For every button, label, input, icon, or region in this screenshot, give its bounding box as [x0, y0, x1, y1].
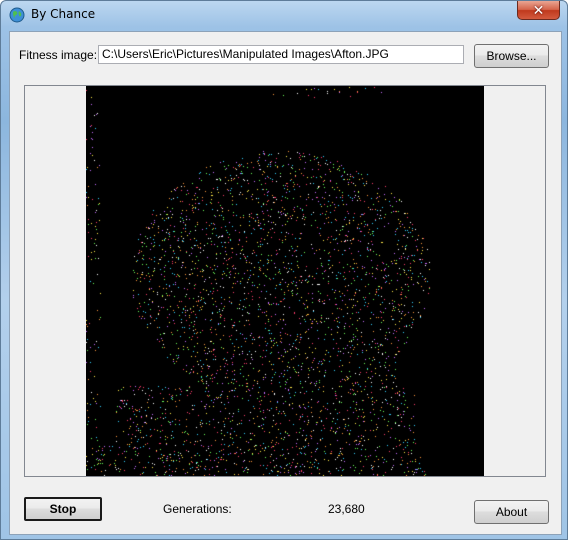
close-button[interactable]: ✕ [517, 1, 560, 20]
stop-button[interactable]: Stop [24, 497, 102, 521]
fitness-image-label: Fitness image: [19, 48, 98, 62]
client-area: Fitness image: C:\Users\Eric\Pictures\Ma… [9, 31, 562, 535]
about-button[interactable]: About [474, 500, 549, 524]
window-title: By Chance [31, 7, 96, 21]
fitness-image-path-field[interactable]: C:\Users\Eric\Pictures\Manipulated Image… [98, 45, 464, 64]
browse-button[interactable]: Browse... [474, 44, 549, 68]
evolving-image-canvas [86, 86, 484, 476]
close-icon: ✕ [532, 2, 545, 18]
generations-value: 23,680 [328, 502, 365, 516]
noise-image [86, 86, 484, 476]
title-bar[interactable]: By Chance ✕ [1, 1, 567, 29]
generations-label: Generations: [163, 502, 232, 516]
image-panel [24, 85, 546, 477]
globe-icon [9, 7, 25, 23]
app-window: By Chance ✕ Fitness image: C:\Users\Eric… [0, 0, 568, 540]
